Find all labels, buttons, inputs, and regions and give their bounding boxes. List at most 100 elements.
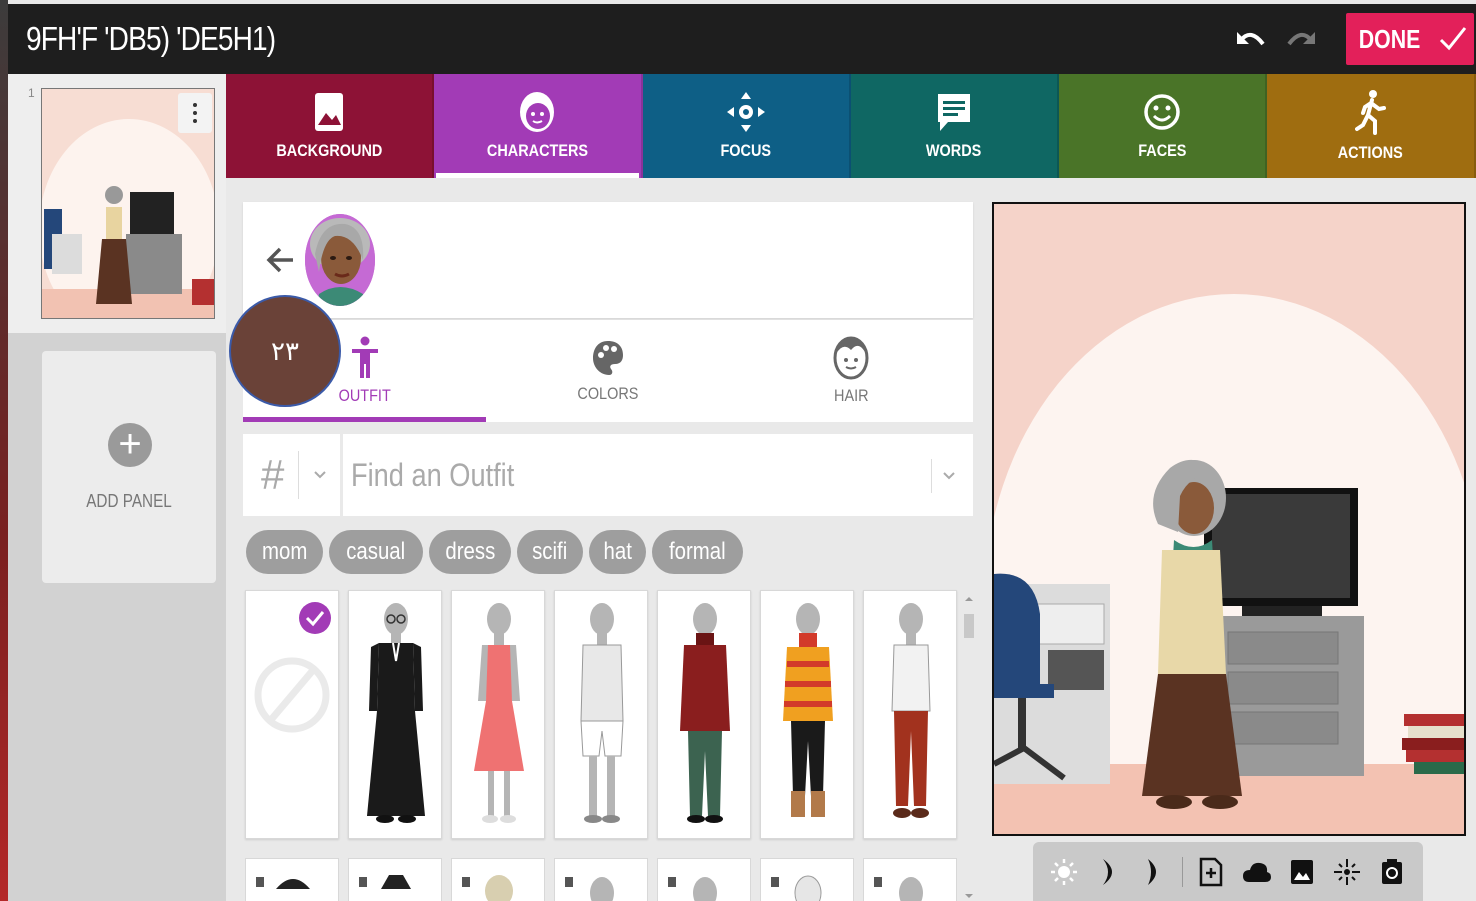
storyboard-title: 9FH'F 'DB5) 'DE5H1) xyxy=(26,20,276,57)
outfit-none[interactable] xyxy=(245,590,339,839)
running-person-icon xyxy=(1354,90,1386,135)
night-button[interactable] xyxy=(1137,855,1171,889)
outfit-search-input[interactable] xyxy=(351,448,836,502)
tab-colors[interactable]: COLORS xyxy=(486,320,729,422)
redo-button[interactable] xyxy=(1284,22,1322,56)
tab-actions-label: ACTIONS xyxy=(1338,143,1404,162)
tag-chip[interactable]: dress xyxy=(428,530,512,574)
image-icon xyxy=(315,93,344,131)
speech-bubble-icon xyxy=(938,94,971,131)
chevron-down-icon xyxy=(943,472,955,480)
tab-words[interactable]: WORDS xyxy=(850,74,1060,178)
undo-icon xyxy=(1237,32,1265,46)
sun-icon xyxy=(1050,858,1077,885)
outfit-red-jacket-green-pants[interactable] xyxy=(657,590,751,839)
outfit-pink-dress[interactable] xyxy=(451,590,545,839)
outfit-locked[interactable] xyxy=(245,858,339,901)
outfit-locked[interactable] xyxy=(554,858,648,901)
outfit-locked[interactable] xyxy=(348,858,442,901)
character-face-icon xyxy=(520,92,555,132)
image-icon xyxy=(1290,859,1313,884)
scene-artwork xyxy=(994,204,1464,834)
done-button[interactable]: DONE xyxy=(1346,13,1474,65)
character-sub-tabs: OUTFIT COLORS HAIR xyxy=(243,320,973,422)
add-document-icon xyxy=(1200,857,1223,886)
tab-characters-label: CHARACTERS xyxy=(486,141,589,160)
tab-background-label: BACKGROUND xyxy=(276,141,383,160)
overlay-badge: ٢٣ xyxy=(229,295,341,407)
panel-list: 1 + ADD PANEL xyxy=(8,74,226,901)
checkmark-badge-icon xyxy=(299,602,331,634)
hash-symbol: # xyxy=(261,451,285,498)
chevron-down-icon xyxy=(314,471,327,479)
redo-icon xyxy=(1287,32,1315,46)
outfit-locked[interactable] xyxy=(863,858,957,901)
effects-button[interactable] xyxy=(1330,855,1364,889)
top-bar: 9FH'F 'DB5) 'DE5H1) DONE xyxy=(8,4,1476,74)
tag-filter-dropdown[interactable]: # xyxy=(243,434,343,516)
cloud-icon xyxy=(1242,862,1271,882)
tab-words-label: WORDS xyxy=(926,141,982,160)
outfit-locked[interactable] xyxy=(760,858,854,901)
outfit-scrollbar[interactable] xyxy=(962,588,976,901)
tag-chip[interactable]: hat xyxy=(588,530,647,574)
person-icon xyxy=(351,336,378,378)
background-image-button[interactable] xyxy=(1285,855,1319,889)
character-editor: OUTFIT COLORS HAIR # Find an Outfit mom … xyxy=(226,178,992,901)
camera-button[interactable] xyxy=(1375,855,1409,889)
panel-number: 1 xyxy=(28,86,35,100)
character-avatar xyxy=(305,214,375,306)
outfit-striped-sweater[interactable] xyxy=(760,590,854,839)
category-tabs: BACKGROUND CHARACTERS FOCUS WORDS FACES … xyxy=(226,74,1476,178)
done-label: DONE xyxy=(1359,23,1421,54)
back-arrow-icon[interactable] xyxy=(265,242,297,278)
character-header xyxy=(243,202,973,318)
add-panel-label: ADD PANEL xyxy=(86,491,172,511)
add-panel-button[interactable]: + ADD PANEL xyxy=(42,351,216,583)
tab-hair-label: HAIR xyxy=(833,386,869,405)
outfit-grid xyxy=(243,588,959,901)
tab-colors-label: COLORS xyxy=(577,384,639,403)
tab-characters[interactable]: CHARACTERS xyxy=(434,74,643,178)
tag-chip[interactable]: casual xyxy=(329,530,423,574)
tab-focus[interactable]: FOCUS xyxy=(642,74,851,178)
outfit-search-row: # xyxy=(243,434,973,516)
smiley-icon xyxy=(1144,94,1181,130)
panel-menu-button[interactable] xyxy=(178,93,212,133)
search-dropdown-toggle[interactable] xyxy=(931,458,967,494)
new-layer-button[interactable] xyxy=(1194,855,1228,889)
tag-chip[interactable]: mom xyxy=(246,530,324,574)
tab-faces[interactable]: FACES xyxy=(1059,74,1268,178)
tag-chip[interactable]: scifi xyxy=(517,530,583,574)
scene-toolbar xyxy=(1033,842,1423,901)
tab-actions[interactable]: ACTIONS xyxy=(1267,74,1476,178)
checkmark-icon xyxy=(1439,27,1466,51)
tab-background[interactable]: BACKGROUND xyxy=(226,74,435,178)
tab-faces-label: FACES xyxy=(1138,141,1187,160)
brightness-button[interactable] xyxy=(1047,855,1081,889)
plus-icon: + xyxy=(108,423,152,467)
panel-slot: 1 xyxy=(8,74,226,333)
palette-icon xyxy=(592,341,623,375)
undo-button[interactable] xyxy=(1230,22,1268,56)
moon-icon xyxy=(1102,858,1112,885)
outfit-white-shirt-shorts[interactable] xyxy=(554,590,648,839)
tag-chip[interactable]: formal xyxy=(652,530,743,574)
focus-arrows-icon xyxy=(726,92,765,132)
camera-icon xyxy=(1382,858,1403,884)
tab-outfit-label: OUTFIT xyxy=(338,386,391,405)
window-edge xyxy=(0,0,8,901)
outfit-locked[interactable] xyxy=(657,858,751,901)
panel-thumbnail[interactable] xyxy=(41,88,215,319)
tab-hair[interactable]: HAIR xyxy=(730,320,973,422)
outfit-black-formal-dress[interactable] xyxy=(348,590,442,839)
dusk-button[interactable] xyxy=(1092,855,1126,889)
outfit-white-blouse-red-pants[interactable] xyxy=(863,590,957,839)
hair-face-icon xyxy=(833,336,869,380)
tab-focus-label: FOCUS xyxy=(720,141,772,160)
weather-button[interactable] xyxy=(1240,855,1274,889)
tag-chips: mom casual dress scifi hat formal xyxy=(246,530,743,574)
outfit-locked[interactable] xyxy=(451,858,545,901)
crescent-icon xyxy=(1148,858,1157,885)
scene-preview[interactable] xyxy=(992,202,1466,836)
